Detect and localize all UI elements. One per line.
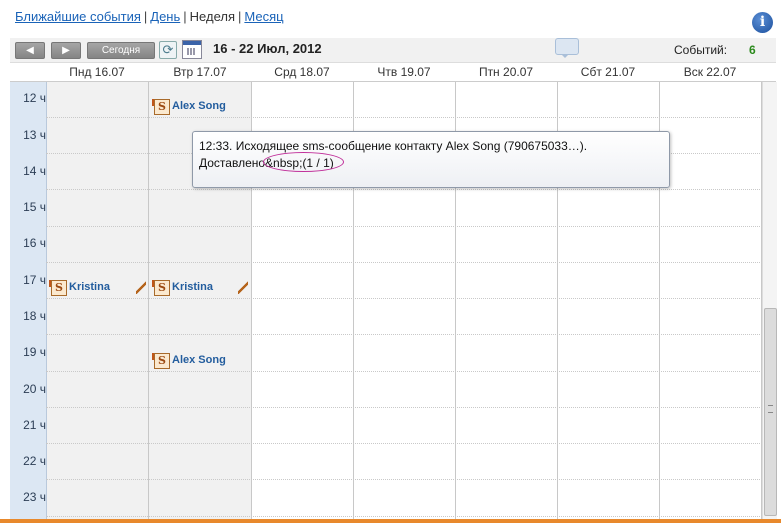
day-header: Пнд 16.07 — [69, 65, 125, 79]
today-button[interactable]: Сегодня — [87, 42, 155, 59]
hour-label: 13 ч — [23, 128, 46, 142]
day-header: Птн 20.07 — [478, 65, 534, 79]
hour-divider — [46, 516, 762, 517]
pencil-icon[interactable] — [238, 281, 248, 294]
nav-month-link[interactable]: Месяц — [244, 9, 283, 24]
event-label: Kristina — [172, 281, 213, 293]
calendar-toolbar: ◀ ▶ Сегодня ⟳ 16 - 22 Июл, 2012 Событий:… — [10, 38, 776, 63]
events-label: Событий: — [674, 43, 728, 57]
hour-label: 12 ч — [23, 91, 46, 105]
view-switcher: Ближайшие события | День | Неделя | Месяц — [15, 9, 284, 24]
hour-divider — [46, 479, 762, 480]
scrollbar-thumb[interactable] — [764, 308, 777, 516]
day-column[interactable] — [659, 82, 762, 519]
hour-divider — [46, 334, 762, 335]
hour-label: 21 ч — [23, 418, 46, 432]
hour-label: 18 ч — [23, 309, 46, 323]
calendar-icon[interactable] — [182, 40, 202, 59]
nav-separator: | — [183, 9, 187, 24]
day-column[interactable] — [46, 82, 149, 519]
arrow-right-icon: ▶ — [62, 45, 70, 56]
hour-label: 14 ч — [23, 164, 46, 178]
sms-icon: S — [152, 280, 170, 296]
sms-icon: S — [152, 99, 170, 115]
sms-icon: S — [152, 353, 170, 369]
calendar-event[interactable]: S Alex Song — [152, 99, 250, 115]
bottom-border — [0, 519, 781, 523]
nav-upcoming-link[interactable]: Ближайшие события — [15, 9, 141, 24]
calendar-event[interactable]: S Alex Song — [152, 353, 250, 369]
tooltip-line-1: 12:33. Исходящее sms-сообщение контакту … — [199, 139, 588, 153]
event-label: Alex Song — [172, 354, 226, 366]
events-count: 6 — [749, 43, 756, 57]
hour-label: 22 ч — [23, 454, 46, 468]
grid-scrollbar[interactable] — [762, 82, 777, 519]
time-column: 12 ч 13 ч 14 ч 15 ч 16 ч 17 ч 18 ч 19 ч … — [10, 82, 47, 519]
event-label: Alex Song — [172, 100, 226, 112]
hour-divider — [46, 371, 762, 372]
day-header: Вск 22.07 — [683, 65, 737, 79]
hour-label: 16 ч — [23, 236, 46, 250]
calendar-event[interactable]: S Kristina — [152, 280, 250, 296]
sms-icon: S — [49, 280, 67, 296]
hour-divider — [46, 298, 762, 299]
hour-divider — [46, 262, 762, 263]
hour-label: 20 ч — [23, 382, 46, 396]
pencil-icon[interactable] — [136, 281, 146, 294]
nav-week-current: Неделя — [189, 9, 235, 24]
hour-divider — [46, 407, 762, 408]
nav-separator: | — [143, 9, 148, 24]
nav-separator: | — [238, 9, 242, 24]
day-header-row: Пнд 16.07 Втр 17.07 Срд 18.07 Чтв 19.07 … — [10, 63, 776, 82]
day-header: Втр 17.07 — [173, 65, 227, 79]
hour-divider — [46, 443, 762, 444]
nav-day-link[interactable]: День — [150, 9, 180, 24]
arrow-left-icon: ◀ — [26, 45, 34, 56]
hour-label: 17 ч — [23, 273, 46, 287]
refresh-icon[interactable]: ⟳ — [159, 41, 177, 59]
day-header: Сбт 21.07 — [580, 65, 636, 79]
hour-label: 15 ч — [23, 200, 46, 214]
date-range: 16 - 22 Июл, 2012 — [213, 41, 322, 56]
day-header: Срд 18.07 — [274, 65, 330, 79]
hour-label: 19 ч — [23, 345, 46, 359]
hour-divider — [46, 117, 762, 118]
highlight-ellipse — [263, 152, 344, 172]
hour-divider — [46, 189, 762, 190]
prev-week-button[interactable]: ◀ — [15, 42, 45, 59]
message-icon[interactable] — [555, 38, 579, 58]
hour-divider — [46, 226, 762, 227]
calendar-event[interactable]: S Kristina — [49, 280, 147, 296]
hour-label: 23 ч — [23, 490, 46, 504]
event-label: Kristina — [69, 281, 110, 293]
info-icon[interactable]: i — [752, 12, 773, 33]
next-week-button[interactable]: ▶ — [51, 42, 81, 59]
day-header: Чтв 19.07 — [377, 65, 431, 79]
